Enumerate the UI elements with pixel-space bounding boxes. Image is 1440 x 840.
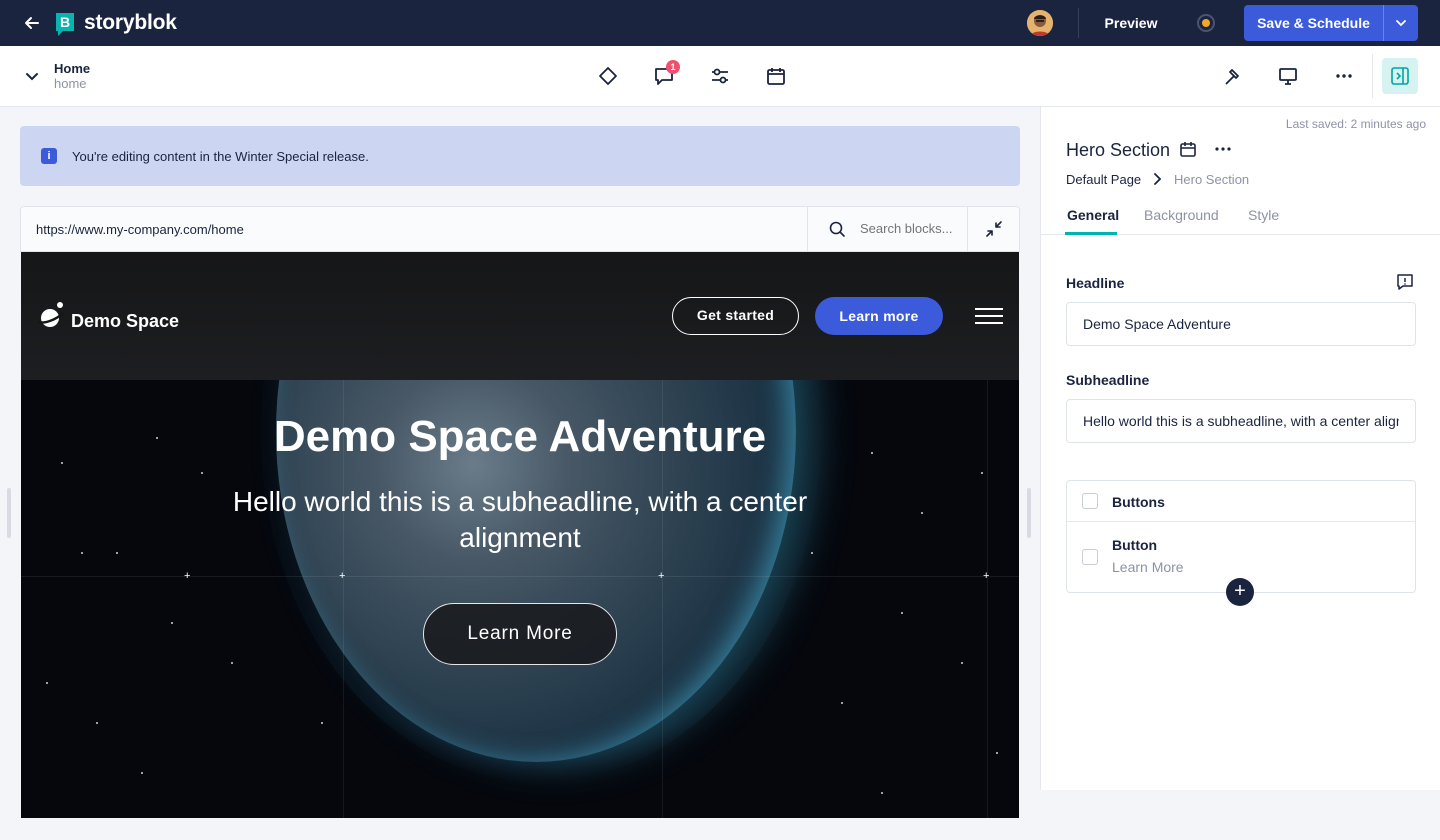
panel-toggle-button[interactable]	[1382, 58, 1418, 94]
select-all-checkbox[interactable]	[1082, 493, 1098, 509]
active-tab-indicator	[1065, 232, 1117, 235]
search-blocks-input[interactable]	[860, 221, 960, 236]
notice-text: You're editing content in the Winter Spe…	[72, 149, 369, 164]
add-block-button[interactable]: +	[1226, 578, 1254, 606]
block-item-preview[interactable]: Learn More	[1112, 559, 1184, 575]
blocks-header-row: Buttons	[1067, 481, 1415, 522]
preview-url-bar: https://www.my-company.com/home	[20, 206, 1020, 252]
collapse-icon	[986, 221, 1002, 237]
preview-url[interactable]: https://www.my-company.com/home	[36, 222, 244, 237]
comments-badge: 1	[666, 60, 680, 74]
grid-line	[21, 576, 1019, 577]
info-icon: i	[41, 148, 57, 164]
subheadline-label: Subheadline	[1066, 372, 1150, 388]
panel-toggle-icon	[1391, 67, 1409, 85]
hamburger-menu-icon[interactable]	[975, 308, 1003, 324]
more-icon[interactable]	[1333, 65, 1355, 87]
release-status-icon[interactable]	[1197, 14, 1215, 32]
diamond-icon[interactable]	[597, 65, 619, 87]
chevron-right-icon	[1154, 173, 1162, 185]
story-title[interactable]: Home	[54, 61, 90, 76]
hero-headline[interactable]: Demo Space Adventure	[21, 412, 1019, 462]
preview-button[interactable]: Preview	[1092, 12, 1170, 34]
calendar-icon[interactable]	[1179, 140, 1197, 158]
user-avatar[interactable]	[1027, 10, 1053, 36]
preview-frame[interactable]: + + + + Demo Space Get started Learn mor…	[21, 252, 1019, 818]
last-saved-text: Last saved: 2 minutes ago	[1285, 117, 1426, 131]
buttons-blocks-field: Buttons Button Learn More	[1066, 480, 1416, 593]
planet-logo-icon	[37, 302, 64, 327]
chevron-down-icon[interactable]	[24, 68, 40, 84]
storyblok-logo-icon: B	[56, 13, 74, 36]
blocks-field-label: Buttons	[1112, 494, 1165, 510]
calendar-icon[interactable]	[765, 65, 787, 87]
hammer-icon[interactable]	[1221, 65, 1243, 87]
save-schedule-button[interactable]: Save & Schedule	[1244, 5, 1383, 41]
block-item-checkbox[interactable]	[1082, 549, 1098, 565]
panel-footer	[1040, 790, 1440, 840]
brand-name: storyblok	[84, 11, 177, 34]
add-comment-icon[interactable]	[1396, 273, 1414, 291]
more-icon[interactable]	[1213, 140, 1233, 158]
collapse-preview-button[interactable]	[967, 207, 1019, 251]
story-slug: home	[54, 76, 87, 91]
site-name[interactable]: Demo Space	[71, 311, 179, 332]
block-editor-panel: Last saved: 2 minutes ago Hero Section D…	[1040, 107, 1440, 790]
breadcrumb-default-page[interactable]: Default Page	[1066, 172, 1141, 187]
breadcrumb-hero-section: Hero Section	[1174, 172, 1250, 187]
grid-marker: +	[658, 570, 665, 582]
resize-handle-left[interactable]	[7, 488, 11, 538]
tab-style[interactable]: Style	[1248, 207, 1279, 223]
grid-marker: +	[983, 570, 990, 582]
chevron-down-icon	[1396, 20, 1406, 27]
headline-input[interactable]	[1066, 302, 1416, 346]
toolbar-divider	[1372, 54, 1373, 98]
svg-text:B: B	[60, 14, 70, 30]
learn-more-nav-button[interactable]: Learn more	[815, 297, 943, 335]
story-toolbar: Home home 1	[0, 46, 1440, 107]
resize-handle-right[interactable]	[1027, 488, 1031, 538]
block-item-name[interactable]: Button	[1112, 537, 1157, 553]
release-notice: i You're editing content in the Winter S…	[20, 126, 1020, 186]
site-header: Demo Space Get started Learn more	[21, 252, 1019, 380]
top-bar: B storyblok Preview Save & Schedule	[0, 0, 1440, 46]
component-title: Hero Section	[1066, 140, 1171, 160]
topbar-divider	[1078, 8, 1079, 38]
block-search[interactable]	[807, 207, 967, 251]
save-options-button[interactable]	[1383, 5, 1418, 41]
search-icon	[829, 221, 845, 237]
hero-cta-button[interactable]: Learn More	[423, 603, 617, 665]
subheadline-input[interactable]	[1066, 399, 1416, 443]
headline-label: Headline	[1066, 275, 1125, 291]
grid-marker: +	[339, 570, 346, 582]
get-started-button[interactable]: Get started	[672, 297, 799, 335]
panel-tabs: General Background Style	[1041, 199, 1440, 235]
desktop-icon[interactable]	[1277, 65, 1299, 87]
tab-general[interactable]: General	[1067, 207, 1119, 223]
back-arrow-icon[interactable]	[22, 13, 42, 33]
sliders-icon[interactable]	[709, 65, 731, 87]
hero-subheadline[interactable]: Hello world this is a subheadline, with …	[201, 484, 839, 556]
tab-background[interactable]: Background	[1144, 207, 1219, 223]
grid-marker: +	[184, 570, 191, 582]
